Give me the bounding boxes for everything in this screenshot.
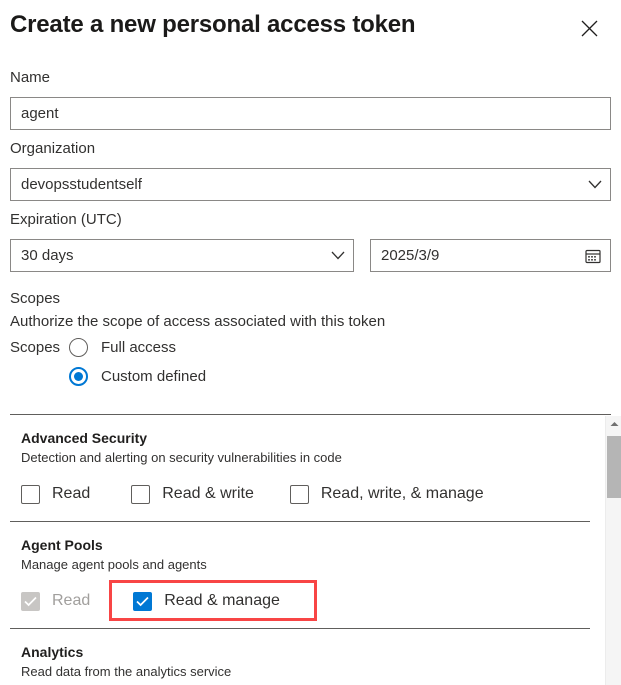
scope-group-name: Advanced Security [21,430,148,446]
radio-indicator [69,338,88,357]
checkbox-indicator [289,484,309,504]
name-label: Name [10,69,51,86]
scopes-heading: Scopes [10,290,61,307]
calendar-icon[interactable] [576,248,610,264]
scope-group-advanced-security: Advanced Security Detection and alerting… [10,415,590,521]
scope-group-description: Detection and alerting on security vulne… [21,450,342,465]
radio-full-access-label: Full access [101,339,177,356]
checkbox-advanced-security-read[interactable]: Read [21,484,91,504]
checkbox-agent-pools-read: Read [21,591,91,611]
checkbox-indicator [21,484,40,504]
page-title: Create a new personal access token [10,11,416,38]
scopes-list: Advanced Security Detection and alerting… [10,415,590,685]
expiration-date-field[interactable]: 2025/3/9 [370,239,611,272]
radio-indicator [69,367,88,386]
scopes-list-panel: Advanced Security Detection and alerting… [10,414,611,685]
scroll-up-arrow-icon[interactable] [606,416,621,432]
close-icon [581,20,598,37]
organization-select[interactable]: devopsstudentself [10,168,611,201]
checkbox-label: Read [52,592,91,609]
scope-group-description: Manage agent pools and agents [21,557,207,572]
organization-selected-value: devopsstudentself [21,176,142,193]
chevron-down-icon [580,180,610,189]
checkbox-label: Read, write, & manage [320,485,484,502]
radio-custom-defined-label: Custom defined [101,368,207,385]
scrollbar-thumb[interactable] [607,436,621,498]
checkbox-indicator [131,484,151,504]
expiration-duration-value: 30 days [21,247,74,264]
close-button[interactable] [575,14,603,42]
chevron-down-icon [323,251,353,260]
scope-group-description: Read data from the analytics service [21,664,232,679]
scope-group-name: Analytics [21,644,84,660]
scope-group-name: Agent Pools [21,537,103,553]
checkbox-advanced-security-read-write[interactable]: Read & write [131,484,254,504]
checkbox-agent-pools-read-manage[interactable]: Read & manage [133,591,280,611]
checkbox-label: Read & manage [164,592,280,609]
expiration-date-value: 2025/3/9 [381,247,440,264]
scope-permission-options: Read Read & manage [21,587,590,615]
radio-custom-defined[interactable]: Custom defined [69,367,206,386]
scope-group-agent-pools: Agent Pools Manage agent pools and agent… [10,521,590,628]
checkbox-indicator [21,591,40,611]
radio-full-access[interactable]: Full access [69,338,176,357]
checkbox-indicator [133,591,153,611]
name-input[interactable] [10,97,611,130]
checkbox-advanced-security-read-write-manage[interactable]: Read, write, & manage [289,484,484,504]
organization-label: Organization [10,140,96,157]
scope-group-analytics: Analytics Read data from the analytics s… [10,628,590,685]
expiration-duration-select[interactable]: 30 days [10,239,354,272]
scopes-radio-group-label: Scopes [10,339,61,356]
checkbox-label: Read & write [162,485,254,502]
scope-permission-options: Read Read & write Read, write, & manage [21,480,590,508]
checkbox-label: Read [52,485,91,502]
scopes-scrollbar[interactable] [605,416,621,685]
scopes-description: Authorize the scope of access associated… [10,313,386,330]
dialog-header: Create a new personal access token [0,0,621,58]
expiration-label: Expiration (UTC) [10,211,122,228]
